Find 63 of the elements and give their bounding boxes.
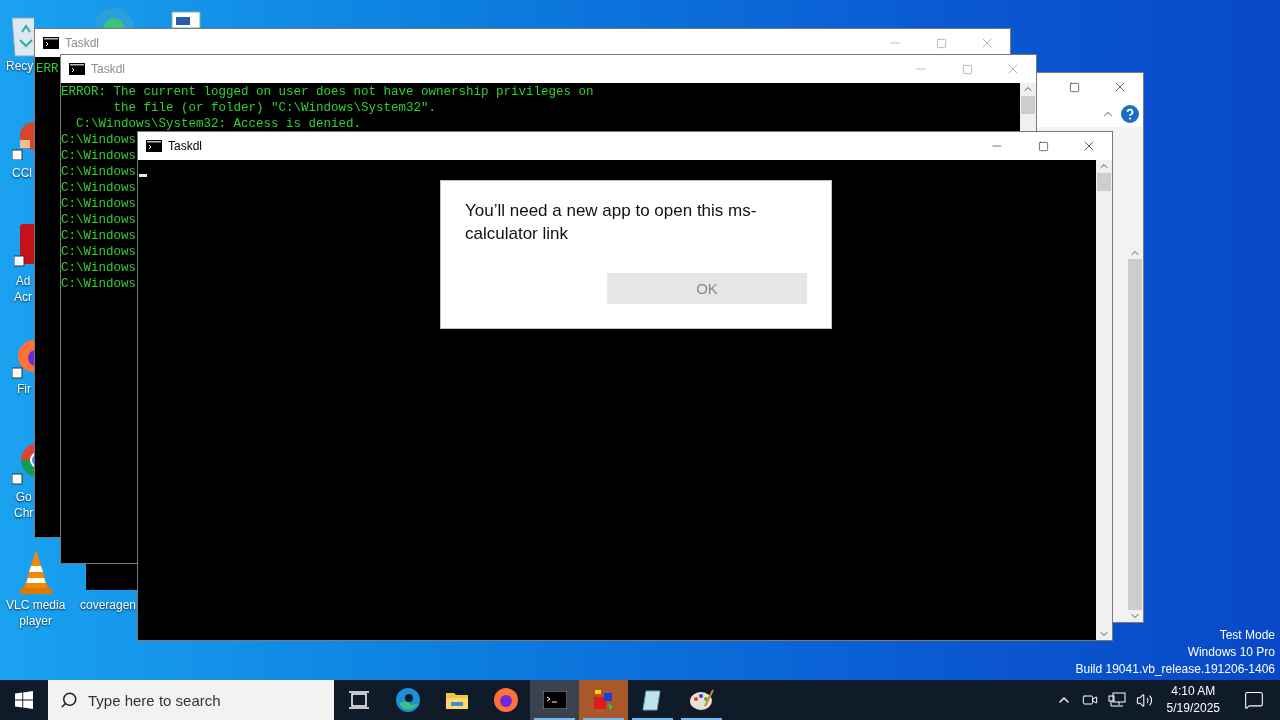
system-notice: Test Mode [1219,627,1275,644]
fox-browser-icon[interactable] [12,338,34,380]
clock-date: 5/19/2025 [1166,700,1220,717]
palette-icon [688,688,715,712]
console-line: C:\Windows [61,212,136,228]
notifications-icon[interactable] [1244,690,1264,710]
help-icon[interactable] [1121,105,1139,123]
console-line: C:\Windows [61,196,136,212]
folder-icon [444,690,469,710]
browser-icon [394,687,421,713]
task-view-icon [348,691,369,709]
maximize-icon [1068,81,1080,93]
desktop-icon-label[interactable]: Ad [15,273,31,289]
clock-time: 4:10 AM [1171,683,1216,700]
search-field[interactable]: Type here to search [48,680,334,720]
search-icon [60,691,78,709]
system-notice: Windows 10 Pro [1187,644,1275,661]
document-icon[interactable] [168,8,204,28]
desktop-icon-label[interactable]: VLC media [6,597,66,613]
desktop-icon-label[interactable]: player [19,613,53,629]
console-line: C:\Windows [61,180,136,196]
system-notice: Build 19041.vb_release.191206-1406 [1075,661,1275,678]
taskbar-app-button[interactable] [530,680,579,720]
scroll-thumb[interactable] [1021,96,1035,114]
window-title: Taskdl [65,36,99,50]
camera-icon[interactable] [1081,692,1098,708]
console-icon [69,63,85,75]
console-icon [43,37,59,49]
clock[interactable]: 4:10 AM 5/19/2025 [1166,683,1220,717]
console-line: C:\Windows [61,260,136,276]
console-line: C:\Windows [61,132,136,148]
desktop-icon-label[interactable]: Fir [17,381,31,397]
maximize-icon [1037,140,1049,152]
scroll-thumb[interactable] [1097,173,1111,191]
scroll-thumb[interactable] [1128,259,1142,610]
fox-browser-icon [492,687,519,713]
pdf-reader-icon[interactable] [14,224,34,268]
window-title: Taskdl [168,139,202,153]
cleaner-icon[interactable] [12,120,34,160]
console-line: ERR [36,61,59,77]
desktop-icon-label[interactable]: Acr [14,289,32,305]
desktop-icon-label[interactable]: CCl [12,165,32,181]
volume-icon[interactable] [1135,691,1153,709]
maximize-icon [935,37,947,49]
desktop-icon-label[interactable]: Recy [6,58,34,74]
console-line: C:\Windows [61,244,136,260]
desktop-icon-label[interactable]: coveragen [80,597,137,613]
console-line: ERROR: The current logged on user does not have ownership privileges on [61,84,594,100]
console-line: C:\Windows [61,228,136,244]
desktop-icon-label[interactable]: Chr [14,505,34,521]
console-line: C:\Windows [61,148,136,164]
console-icon [146,140,162,152]
network-icon[interactable] [1107,692,1126,708]
maximize-icon [961,63,973,75]
desktop-icon-label[interactable]: Go [15,489,32,505]
console-line: the file (or folder) "C:\Windows\System32". [112,100,437,116]
console-line: C:\Windows [61,164,136,180]
window-title: Taskdl [91,62,125,76]
dialog-message: You’ll need a new app to open this ms-calculator link [465,200,758,245]
console-line: C:\Windows [61,276,136,292]
console-line: C:\Windows\System32: Access is denied. [75,116,362,132]
console-icon [542,691,567,709]
windows-logo-icon [15,691,33,709]
